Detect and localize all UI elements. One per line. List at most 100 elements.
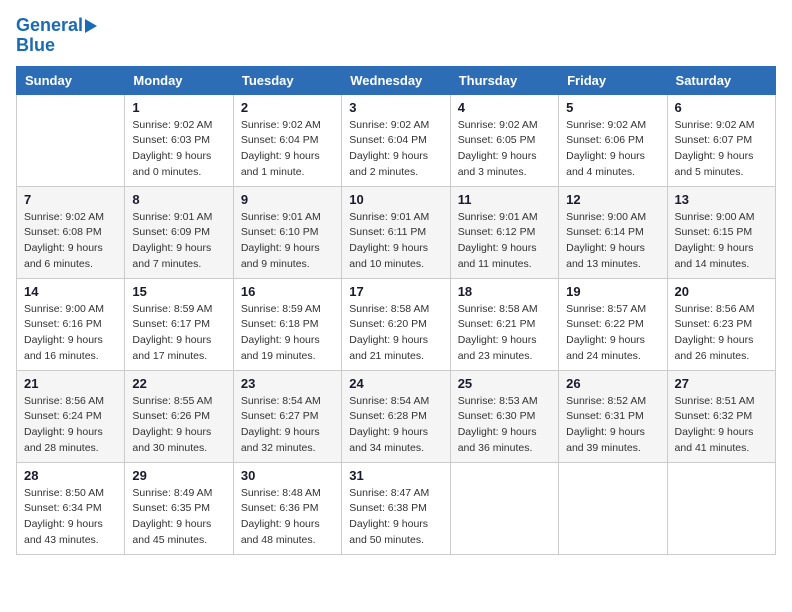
- week-row-5: 28 Sunrise: 8:50 AMSunset: 6:34 PMDayligh…: [17, 462, 776, 554]
- week-row-3: 14 Sunrise: 9:00 AMSunset: 6:16 PMDayligh…: [17, 278, 776, 370]
- weekday-header-wednesday: Wednesday: [342, 66, 450, 94]
- day-info: Sunrise: 9:02 AMSunset: 6:04 PMDaylight:…: [349, 118, 442, 181]
- day-number: 4: [458, 100, 551, 115]
- weekday-header-monday: Monday: [125, 66, 233, 94]
- logo: General Blue: [16, 16, 97, 56]
- day-info: Sunrise: 8:57 AMSunset: 6:22 PMDaylight:…: [566, 302, 659, 365]
- day-number: 8: [132, 192, 225, 207]
- day-cell: 25Sunrise: 8:53 AMSunset: 6:30 PMDayligh…: [450, 370, 558, 462]
- day-info: Sunrise: 8:55 AMSunset: 6:26 PMDaylight:…: [132, 394, 225, 457]
- day-cell: [17, 94, 125, 186]
- calendar-table: SundayMondayTuesdayWednesdayThursdayFrid…: [16, 66, 776, 555]
- day-number: 11: [458, 192, 551, 207]
- day-number: 18: [458, 284, 551, 299]
- day-info: Sunrise: 8:59 AMSunset: 6:17 PMDaylight:…: [132, 302, 225, 365]
- day-info: Sunrise: 9:00 AMSunset: 6:15 PMDaylight:…: [675, 210, 768, 273]
- day-info: Sunrise: 8:51 AMSunset: 6:32 PMDaylight:…: [675, 394, 768, 457]
- day-cell: 9 Sunrise: 9:01 AMSunset: 6:10 PMDaylight…: [233, 186, 341, 278]
- week-row-1: 1Sunrise: 9:02 AMSunset: 6:03 PMDaylight…: [17, 94, 776, 186]
- day-cell: 12 Sunrise: 9:00 AMSunset: 6:14 PMDayligh…: [559, 186, 667, 278]
- page-header: General Blue: [16, 16, 776, 56]
- day-number: 12: [566, 192, 659, 207]
- weekday-header-row: SundayMondayTuesdayWednesdayThursdayFrid…: [17, 66, 776, 94]
- day-cell: 29 Sunrise: 8:49 AMSunset: 6:35 PMDayligh…: [125, 462, 233, 554]
- day-info: Sunrise: 8:56 AMSunset: 6:24 PMDaylight:…: [24, 394, 117, 457]
- day-number: 2: [241, 100, 334, 115]
- day-info: Sunrise: 8:49 AMSunset: 6:35 PMDaylight:…: [132, 486, 225, 549]
- day-number: 14: [24, 284, 117, 299]
- day-info: Sunrise: 9:01 AMSunset: 6:12 PMDaylight:…: [458, 210, 551, 273]
- day-info: Sunrise: 8:58 AMSunset: 6:21 PMDaylight:…: [458, 302, 551, 365]
- day-cell: [450, 462, 558, 554]
- day-cell: 5Sunrise: 9:02 AMSunset: 6:06 PMDaylight…: [559, 94, 667, 186]
- day-cell: 18 Sunrise: 8:58 AMSunset: 6:21 PMDayligh…: [450, 278, 558, 370]
- day-info: Sunrise: 8:58 AMSunset: 6:20 PMDaylight:…: [349, 302, 442, 365]
- day-cell: 26Sunrise: 8:52 AMSunset: 6:31 PMDayligh…: [559, 370, 667, 462]
- day-cell: [667, 462, 775, 554]
- day-cell: 24 Sunrise: 8:54 AMSunset: 6:28 PMDayligh…: [342, 370, 450, 462]
- day-number: 31: [349, 468, 442, 483]
- weekday-header-tuesday: Tuesday: [233, 66, 341, 94]
- day-number: 24: [349, 376, 442, 391]
- day-info: Sunrise: 8:56 AMSunset: 6:23 PMDaylight:…: [675, 302, 768, 365]
- day-cell: 16 Sunrise: 8:59 AMSunset: 6:18 PMDayligh…: [233, 278, 341, 370]
- day-cell: 14 Sunrise: 9:00 AMSunset: 6:16 PMDayligh…: [17, 278, 125, 370]
- day-info: Sunrise: 8:54 AMSunset: 6:28 PMDaylight:…: [349, 394, 442, 457]
- day-info: Sunrise: 8:53 AMSunset: 6:30 PMDaylight:…: [458, 394, 551, 457]
- day-info: Sunrise: 8:54 AMSunset: 6:27 PMDaylight:…: [241, 394, 334, 457]
- day-number: 6: [675, 100, 768, 115]
- day-cell: 11 Sunrise: 9:01 AMSunset: 6:12 PMDayligh…: [450, 186, 558, 278]
- day-number: 5: [566, 100, 659, 115]
- day-info: Sunrise: 9:02 AMSunset: 6:08 PMDaylight:…: [24, 210, 117, 273]
- day-info: Sunrise: 8:47 AMSunset: 6:38 PMDaylight:…: [349, 486, 442, 549]
- day-number: 21: [24, 376, 117, 391]
- day-cell: [559, 462, 667, 554]
- day-cell: 7 Sunrise: 9:02 AMSunset: 6:08 PMDaylight…: [17, 186, 125, 278]
- day-cell: 28 Sunrise: 8:50 AMSunset: 6:34 PMDayligh…: [17, 462, 125, 554]
- day-cell: 23 Sunrise: 8:54 AMSunset: 6:27 PMDayligh…: [233, 370, 341, 462]
- day-number: 9: [241, 192, 334, 207]
- day-number: 27: [675, 376, 768, 391]
- day-number: 20: [675, 284, 768, 299]
- day-cell: 1Sunrise: 9:02 AMSunset: 6:03 PMDaylight…: [125, 94, 233, 186]
- day-info: Sunrise: 8:48 AMSunset: 6:36 PMDaylight:…: [241, 486, 334, 549]
- day-number: 10: [349, 192, 442, 207]
- weekday-header-friday: Friday: [559, 66, 667, 94]
- day-cell: 27 Sunrise: 8:51 AMSunset: 6:32 PMDayligh…: [667, 370, 775, 462]
- day-number: 23: [241, 376, 334, 391]
- day-number: 15: [132, 284, 225, 299]
- day-cell: 13 Sunrise: 9:00 AMSunset: 6:15 PMDayligh…: [667, 186, 775, 278]
- day-cell: 31 Sunrise: 8:47 AMSunset: 6:38 PMDayligh…: [342, 462, 450, 554]
- week-row-4: 21 Sunrise: 8:56 AMSunset: 6:24 PMDayligh…: [17, 370, 776, 462]
- day-number: 3: [349, 100, 442, 115]
- day-number: 22: [132, 376, 225, 391]
- day-cell: 19 Sunrise: 8:57 AMSunset: 6:22 PMDayligh…: [559, 278, 667, 370]
- logo-text-block: General Blue: [16, 16, 97, 56]
- logo-general: General: [16, 15, 83, 35]
- weekday-header-sunday: Sunday: [17, 66, 125, 94]
- week-row-2: 7 Sunrise: 9:02 AMSunset: 6:08 PMDaylight…: [17, 186, 776, 278]
- day-cell: 6Sunrise: 9:02 AMSunset: 6:07 PMDaylight…: [667, 94, 775, 186]
- day-cell: 8Sunrise: 9:01 AMSunset: 6:09 PMDaylight…: [125, 186, 233, 278]
- day-info: Sunrise: 9:01 AMSunset: 6:10 PMDaylight:…: [241, 210, 334, 273]
- day-info: Sunrise: 9:00 AMSunset: 6:14 PMDaylight:…: [566, 210, 659, 273]
- day-cell: 3 Sunrise: 9:02 AMSunset: 6:04 PMDaylight…: [342, 94, 450, 186]
- day-info: Sunrise: 8:50 AMSunset: 6:34 PMDaylight:…: [24, 486, 117, 549]
- day-number: 17: [349, 284, 442, 299]
- day-cell: 21 Sunrise: 8:56 AMSunset: 6:24 PMDayligh…: [17, 370, 125, 462]
- day-number: 16: [241, 284, 334, 299]
- day-number: 19: [566, 284, 659, 299]
- day-number: 28: [24, 468, 117, 483]
- day-info: Sunrise: 9:00 AMSunset: 6:16 PMDaylight:…: [24, 302, 117, 365]
- day-number: 13: [675, 192, 768, 207]
- day-info: Sunrise: 9:02 AMSunset: 6:05 PMDaylight:…: [458, 118, 551, 181]
- day-number: 1: [132, 100, 225, 115]
- day-info: Sunrise: 9:02 AMSunset: 6:04 PMDaylight:…: [241, 118, 334, 181]
- day-cell: 30Sunrise: 8:48 AMSunset: 6:36 PMDayligh…: [233, 462, 341, 554]
- day-info: Sunrise: 9:01 AMSunset: 6:11 PMDaylight:…: [349, 210, 442, 273]
- day-number: 7: [24, 192, 117, 207]
- day-info: Sunrise: 8:59 AMSunset: 6:18 PMDaylight:…: [241, 302, 334, 365]
- day-info: Sunrise: 8:52 AMSunset: 6:31 PMDaylight:…: [566, 394, 659, 457]
- day-cell: 15 Sunrise: 8:59 AMSunset: 6:17 PMDayligh…: [125, 278, 233, 370]
- day-number: 29: [132, 468, 225, 483]
